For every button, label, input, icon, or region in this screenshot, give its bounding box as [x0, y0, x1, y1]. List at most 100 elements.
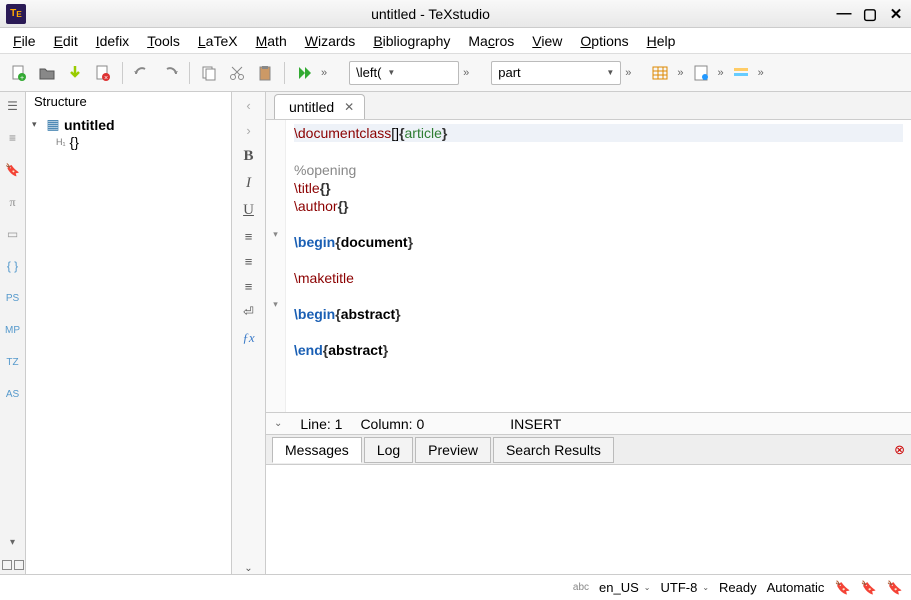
menu-math[interactable]: Math — [249, 31, 294, 51]
messages-panel — [266, 464, 911, 574]
paste-button[interactable] — [252, 60, 278, 86]
close-button[interactable]: ✕ — [887, 5, 905, 23]
italic-button[interactable]: I — [238, 175, 260, 192]
editor-tabs: untitled ✕ — [266, 92, 911, 120]
statusbar: abc en_US⌄ UTF-8⌄ Ready Automatic 🔖 🔖 🔖 — [0, 574, 911, 600]
redo-button[interactable] — [157, 60, 183, 86]
sidebar-expand-icon[interactable]: ▾ — [10, 537, 15, 548]
bookmark-icon[interactable]: 🔖 — [3, 160, 23, 180]
menu-macros[interactable]: Macros — [461, 31, 521, 51]
bookmark-3-icon[interactable]: 🔖 — [887, 580, 903, 596]
delimiter-value: \left( — [356, 65, 381, 80]
menu-latex[interactable]: LaTeX — [191, 31, 245, 51]
language-selector[interactable]: en_US⌄ — [599, 580, 650, 595]
layout-2-icon[interactable] — [14, 560, 24, 570]
tree-child[interactable]: H₁ {} — [32, 134, 225, 150]
toolbar-more-1[interactable]: » — [319, 67, 329, 79]
copy-button[interactable] — [196, 60, 222, 86]
layout-1-icon[interactable] — [2, 560, 12, 570]
tree-child-label: {} — [70, 134, 79, 150]
statusline-chevron[interactable]: ⌄ — [274, 418, 282, 429]
build-button[interactable] — [291, 60, 317, 86]
align-right-button[interactable]: ≡ — [238, 279, 260, 294]
files-icon[interactable]: ▭ — [3, 224, 23, 244]
tab-messages[interactable]: Messages — [272, 437, 362, 463]
spellcheck-indicator[interactable]: abc — [573, 582, 589, 593]
toolbar-more-2[interactable]: » — [461, 67, 471, 79]
fmt-more-icon[interactable]: ⌄ — [238, 563, 260, 574]
delimiter-combo[interactable]: \left(▼ — [349, 61, 459, 85]
expand-icon[interactable]: › — [238, 123, 260, 138]
tree-root[interactable]: ▾ ▦ untitled — [32, 115, 225, 134]
toolbar-more-5[interactable]: » — [716, 67, 726, 79]
symbols-pi-icon[interactable]: π — [3, 192, 23, 212]
app-icon: TE — [6, 4, 26, 24]
tab-log[interactable]: Log — [364, 437, 413, 463]
tab-untitled[interactable]: untitled ✕ — [274, 94, 365, 119]
bookmark-2-icon[interactable]: 🔖 — [861, 580, 877, 596]
menu-wizards[interactable]: Wizards — [298, 31, 363, 51]
menu-edit[interactable]: Edit — [47, 31, 85, 51]
maximize-button[interactable]: ▢ — [861, 5, 879, 23]
cut-button[interactable] — [224, 60, 250, 86]
undo-button[interactable] — [129, 60, 155, 86]
table-button[interactable] — [647, 60, 673, 86]
brackets-icon[interactable]: { } — [3, 256, 23, 276]
bookmark-1-icon[interactable]: 🔖 — [834, 580, 850, 596]
new-line-button[interactable]: ⏎ — [238, 304, 260, 320]
encoding-selector[interactable]: UTF-8⌄ — [661, 580, 710, 595]
edit-mode: INSERT — [510, 416, 561, 432]
menu-view[interactable]: View — [525, 31, 569, 51]
asymptote-icon[interactable]: AS — [3, 384, 23, 404]
save-button[interactable] — [62, 60, 88, 86]
minimize-button[interactable]: — — [835, 5, 853, 23]
document-icon: ▦ — [46, 116, 60, 133]
underline-button[interactable]: U — [238, 202, 260, 219]
root-mode[interactable]: Automatic — [767, 580, 825, 595]
align-left-button[interactable]: ≡ — [238, 229, 260, 244]
open-button[interactable] — [34, 60, 60, 86]
metapost-icon[interactable]: MP — [3, 320, 23, 340]
tab-preview[interactable]: Preview — [415, 437, 491, 463]
sectioning-combo[interactable]: part▼ — [491, 61, 621, 85]
left-sidebar: ☰ ≡ 🔖 π ▭ { } PS MP TZ AS ▾ — [0, 92, 26, 574]
tab-close-icon[interactable]: ✕ — [344, 100, 354, 114]
bottom-tabs: Messages Log Preview Search Results ⊗ — [266, 434, 911, 464]
menubar: File Edit Idefix Tools LaTeX Math Wizard… — [0, 28, 911, 54]
new-button[interactable]: + — [6, 60, 32, 86]
menu-tools[interactable]: Tools — [140, 31, 187, 51]
collapse-icon[interactable]: ‹ — [238, 98, 260, 113]
align-center-button[interactable]: ≡ — [238, 254, 260, 269]
heading-level-icon: H₁ — [56, 137, 66, 147]
toolbar: + × » \left(▼ » part▼ » » » » — [0, 54, 911, 92]
pstricks-icon[interactable]: PS — [3, 288, 23, 308]
fold-gutter: ▾▾ — [266, 120, 286, 412]
format-bar: ‹ › B I U ≡ ≡ ≡ ⏎ ƒx ⌄ — [232, 92, 266, 574]
tikz-icon[interactable]: TZ — [3, 352, 23, 372]
svg-text:×: × — [104, 75, 108, 82]
cursor-line: Line: 1 — [300, 416, 342, 432]
menu-bibliography[interactable]: Bibliography — [366, 31, 457, 51]
math-mode-button[interactable]: ƒx — [238, 330, 260, 346]
tab-search-results[interactable]: Search Results — [493, 437, 614, 463]
menu-help[interactable]: Help — [640, 31, 683, 51]
toolbar-more-6[interactable]: » — [756, 67, 766, 79]
menu-options[interactable]: Options — [573, 31, 635, 51]
bold-button[interactable]: B — [238, 148, 260, 165]
bookmarks-icon[interactable]: ≡ — [3, 128, 23, 148]
structure-view-icon[interactable]: ☰ — [3, 96, 23, 116]
svg-text:+: + — [20, 75, 24, 82]
code-editor[interactable]: \documentclass[]{article} %opening\title… — [286, 120, 911, 412]
toolbar-more-4[interactable]: » — [675, 67, 685, 79]
toolbar-more-3[interactable]: » — [623, 67, 633, 79]
tab-label: untitled — [289, 99, 334, 115]
close-doc-button[interactable]: × — [90, 60, 116, 86]
tree-caret-icon[interactable]: ▾ — [32, 119, 42, 130]
close-panel-icon[interactable]: ⊗ — [894, 442, 905, 458]
titlebar: TE untitled - TeXstudio — ▢ ✕ — [0, 0, 911, 28]
pdf-button[interactable] — [688, 60, 714, 86]
menu-file[interactable]: File — [6, 31, 43, 51]
status-ready: Ready — [719, 580, 757, 595]
highlight-button[interactable] — [728, 60, 754, 86]
menu-idefix[interactable]: Idefix — [89, 31, 136, 51]
